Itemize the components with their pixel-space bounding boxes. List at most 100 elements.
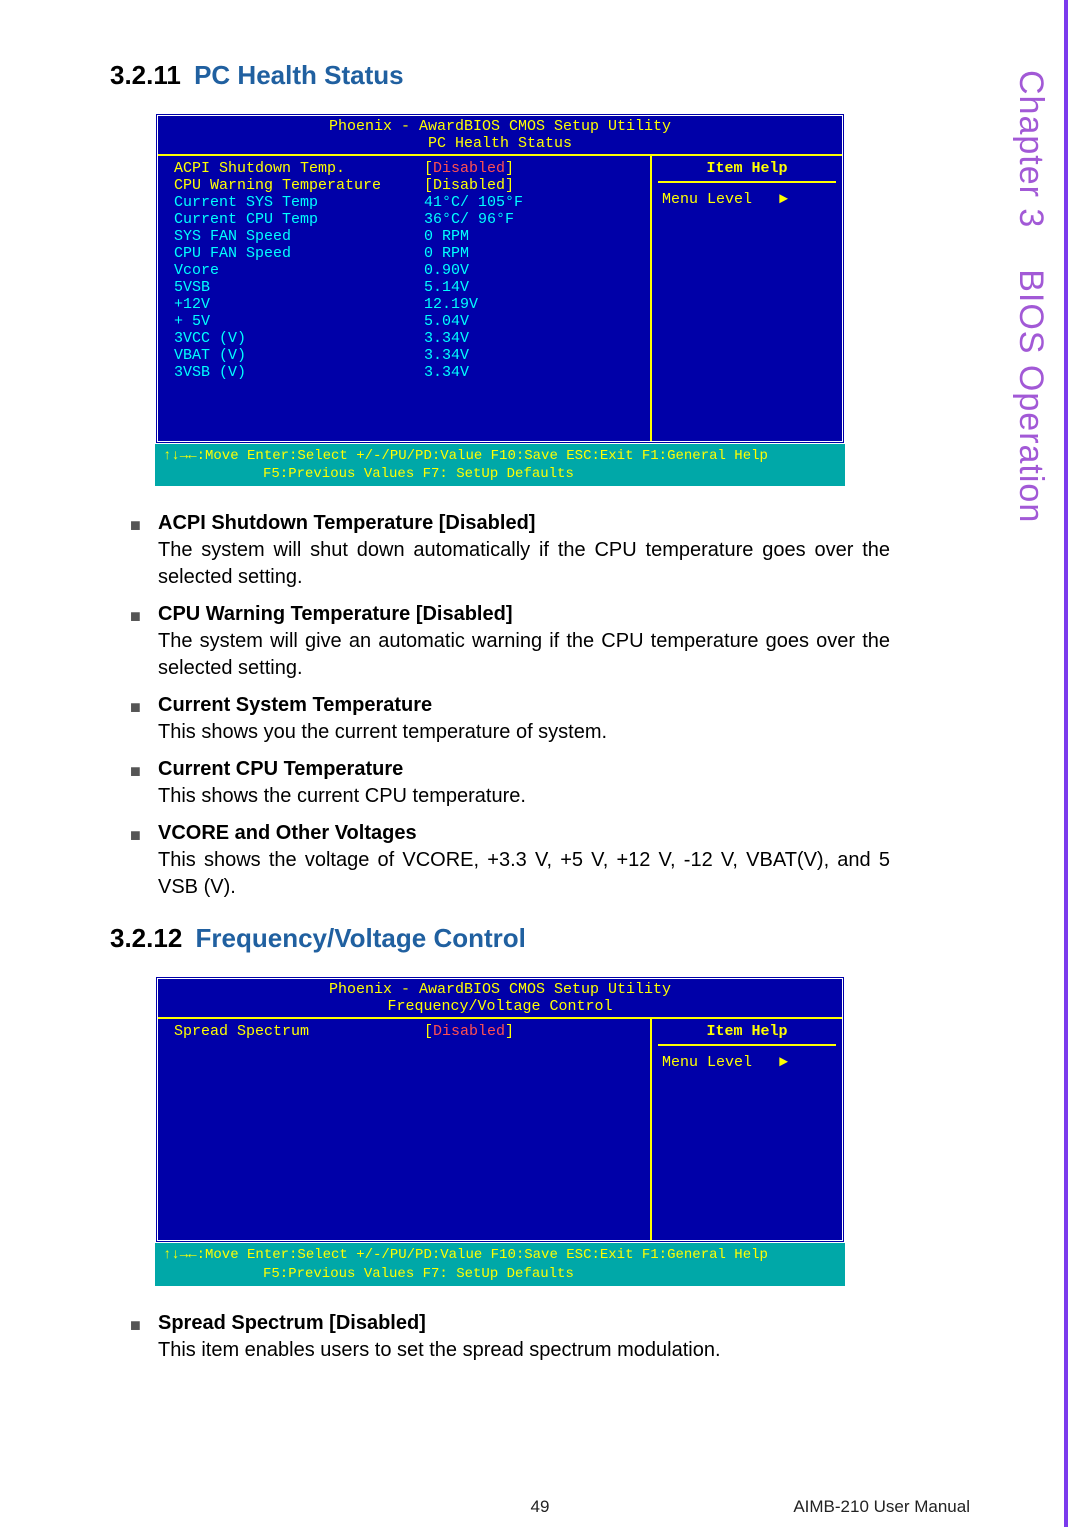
bios-row: ACPI Shutdown Temp.[Disabled] bbox=[174, 160, 644, 177]
bullet-text: The system will give an automatic warnin… bbox=[158, 628, 890, 682]
side-chapter: Chapter 3 bbox=[1012, 70, 1050, 228]
bullet-item: ■Current System TemperatureThis shows yo… bbox=[130, 694, 890, 754]
bullet-icon: ■ bbox=[130, 694, 158, 754]
bios-row: SYS FAN Speed0 RPM bbox=[174, 228, 644, 245]
bios-footer: ↑↓→←:Move Enter:Select +/-/PU/PD:Value F… bbox=[155, 444, 845, 486]
bios-value: 0 RPM bbox=[424, 245, 469, 262]
bios-left-panel-2: Spread Spectrum[Disabled] bbox=[158, 1019, 652, 1240]
bios-row: CPU Warning Temperature[Disabled] bbox=[174, 177, 644, 194]
menu-level-arrow-icon-2: ► bbox=[761, 1054, 788, 1071]
bios-row: Current CPU Temp36°C/ 96°F bbox=[174, 211, 644, 228]
bios-right-panel: Item Help Menu Level ► bbox=[652, 156, 842, 441]
bios-value: 3.34V bbox=[424, 330, 469, 347]
bullet-text: This item enables users to set the sprea… bbox=[158, 1337, 890, 1364]
bios-value: 0 RPM bbox=[424, 228, 469, 245]
bios-footer-line2: F5:Previous Values F7: SetUp Defaults bbox=[163, 465, 837, 483]
menu-level-label: Menu Level bbox=[662, 191, 752, 208]
bios-row: 3VCC (V)3.34V bbox=[174, 330, 644, 347]
bullet-text: This shows you the current temperature o… bbox=[158, 719, 890, 746]
bullet-icon: ■ bbox=[130, 512, 158, 599]
bios-value: 12.19V bbox=[424, 296, 478, 313]
menu-level-row: Menu Level ► bbox=[658, 183, 836, 216]
bullet-body: Spread Spectrum [Disabled]This item enab… bbox=[158, 1312, 890, 1372]
bios-label: 3VCC (V) bbox=[174, 330, 424, 347]
bios-row: VBAT (V)3.34V bbox=[174, 347, 644, 364]
bios-row: 5VSB5.14V bbox=[174, 279, 644, 296]
bios-label: CPU FAN Speed bbox=[174, 245, 424, 262]
bullet-text: This shows the voltage of VCORE, +3.3 V,… bbox=[158, 847, 890, 901]
bios-subtitle-2: Frequency/Voltage Control bbox=[158, 998, 842, 1017]
bullet-body: ACPI Shutdown Temperature [Disabled]The … bbox=[158, 512, 890, 599]
bios-row: Current SYS Temp41°C/ 105°F bbox=[174, 194, 644, 211]
section-title-2: Frequency/Voltage Control bbox=[196, 923, 526, 953]
bullet-heading: VCORE and Other Voltages bbox=[158, 822, 890, 845]
bios-footer-line1: ↑↓→←:Move Enter:Select +/-/PU/PD:Value F… bbox=[163, 447, 837, 465]
bios-value: [Disabled] bbox=[424, 1023, 514, 1040]
bios-value: 5.14V bbox=[424, 279, 469, 296]
bullet-heading: ACPI Shutdown Temperature [Disabled] bbox=[158, 512, 890, 535]
bullet-body: Current System TemperatureThis shows you… bbox=[158, 694, 890, 754]
bullet-icon: ■ bbox=[130, 1312, 158, 1372]
bullet-item: ■CPU Warning Temperature [Disabled]The s… bbox=[130, 603, 890, 690]
bullet-icon: ■ bbox=[130, 822, 158, 909]
bios-value: [Disabled] bbox=[424, 160, 514, 177]
bios-value: 36°C/ 96°F bbox=[424, 211, 514, 228]
bios-left-panel: ACPI Shutdown Temp.[Disabled]CPU Warning… bbox=[158, 156, 652, 441]
bios-label: Spread Spectrum bbox=[174, 1023, 424, 1040]
bullet-item: ■Current CPU TemperatureThis shows the c… bbox=[130, 758, 890, 818]
bios-footer-line1-2: ↑↓→←:Move Enter:Select +/-/PU/PD:Value F… bbox=[163, 1246, 837, 1264]
bios-label: CPU Warning Temperature bbox=[174, 177, 424, 194]
bios-box-freq: Phoenix - AwardBIOS CMOS Setup Utility F… bbox=[110, 976, 890, 1285]
side-title: Chapter 3 BIOS Operation bbox=[1011, 70, 1050, 523]
bios-subtitle-1: PC Health Status bbox=[158, 135, 842, 154]
bios-label: ACPI Shutdown Temp. bbox=[174, 160, 424, 177]
bios-label: +12V bbox=[174, 296, 424, 313]
bullet-icon: ■ bbox=[130, 758, 158, 818]
bullet-heading: CPU Warning Temperature [Disabled] bbox=[158, 603, 890, 626]
bios-label: 3VSB (V) bbox=[174, 364, 424, 381]
bios-value: 0.90V bbox=[424, 262, 469, 279]
bios-row: 3VSB (V)3.34V bbox=[174, 364, 644, 381]
bullet-heading: Current System Temperature bbox=[158, 694, 890, 717]
bios-label: + 5V bbox=[174, 313, 424, 330]
menu-level-row-2: Menu Level ► bbox=[658, 1046, 836, 1079]
bullet-body: Current CPU TemperatureThis shows the cu… bbox=[158, 758, 890, 818]
bullet-text: This shows the current CPU temperature. bbox=[158, 783, 890, 810]
side-bios: BIOS Operation bbox=[1012, 269, 1050, 523]
bullet-heading: Current CPU Temperature bbox=[158, 758, 890, 781]
side-border bbox=[1064, 0, 1068, 1527]
menu-level-arrow-icon: ► bbox=[761, 191, 788, 208]
manual-name: AIMB-210 User Manual bbox=[793, 1497, 970, 1517]
bullet-list-2: ■Spread Spectrum [Disabled]This item ena… bbox=[130, 1312, 890, 1372]
bios-footer-line2-2: F5:Previous Values F7: SetUp Defaults bbox=[163, 1265, 837, 1283]
bullet-heading: Spread Spectrum [Disabled] bbox=[158, 1312, 890, 1335]
bios-row: +12V12.19V bbox=[174, 296, 644, 313]
section-num-1: 3.2.11 bbox=[110, 60, 181, 90]
bios-label: VBAT (V) bbox=[174, 347, 424, 364]
bullet-list-1: ■ACPI Shutdown Temperature [Disabled]The… bbox=[130, 512, 890, 909]
section-title-1: PC Health Status bbox=[194, 60, 404, 90]
bios-title-2: Phoenix - AwardBIOS CMOS Setup Utility bbox=[158, 979, 842, 998]
bios-value: 3.34V bbox=[424, 364, 469, 381]
bios-label: Current SYS Temp bbox=[174, 194, 424, 211]
bios-box-pc-health: Phoenix - AwardBIOS CMOS Setup Utility P… bbox=[110, 113, 890, 486]
main-content: 3.2.11 PC Health Status Phoenix - AwardB… bbox=[0, 0, 990, 1372]
bios-row: Spread Spectrum[Disabled] bbox=[174, 1023, 644, 1040]
item-help-header: Item Help bbox=[658, 160, 836, 183]
bios-row: + 5V5.04V bbox=[174, 313, 644, 330]
bullet-body: CPU Warning Temperature [Disabled]The sy… bbox=[158, 603, 890, 690]
bios-label: SYS FAN Speed bbox=[174, 228, 424, 245]
bios-value: [Disabled] bbox=[424, 177, 514, 194]
bullet-body: VCORE and Other VoltagesThis shows the v… bbox=[158, 822, 890, 909]
page-number: 49 bbox=[531, 1497, 550, 1517]
bios-value: 3.34V bbox=[424, 347, 469, 364]
bios-row: Vcore0.90V bbox=[174, 262, 644, 279]
bios-footer-2: ↑↓→←:Move Enter:Select +/-/PU/PD:Value F… bbox=[155, 1243, 845, 1285]
section-heading-2: 3.2.12 Frequency/Voltage Control bbox=[110, 923, 890, 954]
bios-row: CPU FAN Speed0 RPM bbox=[174, 245, 644, 262]
bullet-icon: ■ bbox=[130, 603, 158, 690]
menu-level-label-2: Menu Level bbox=[662, 1054, 752, 1071]
bullet-item: ■Spread Spectrum [Disabled]This item ena… bbox=[130, 1312, 890, 1372]
item-help-header-2: Item Help bbox=[658, 1023, 836, 1046]
bullet-text: The system will shut down automatically … bbox=[158, 537, 890, 591]
